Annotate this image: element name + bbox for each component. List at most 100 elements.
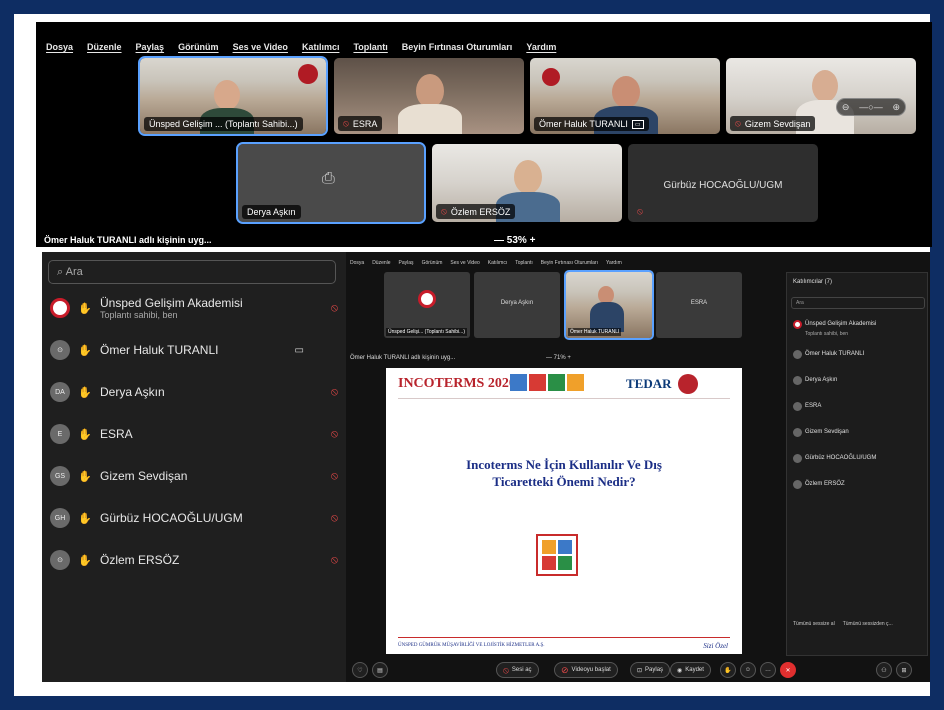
avatar: ⊙ (50, 550, 70, 570)
panel-row[interactable]: Derya Aşkın (793, 373, 923, 387)
participants-icon[interactable]: ⚇ (876, 662, 892, 678)
menu-audio-video[interactable]: Ses ve Video (450, 260, 479, 266)
panel-row[interactable]: Özlem ERSÖZ (793, 477, 923, 491)
mute-all-button[interactable]: Tümünü sessize al (793, 621, 835, 627)
zoom-out-icon[interactable]: ⊖ (842, 102, 850, 113)
video-tile-gurbuz[interactable]: Gürbüz HOCAOĞLU/UGM ⦸ (628, 144, 818, 222)
participant-name: Gürbüz HOCAOĞLU/UGM (100, 511, 243, 525)
participant-row[interactable]: DA ✋ Derya Aşkın ⦸ (50, 374, 340, 410)
menu-file[interactable]: Dosya (350, 260, 364, 266)
zoom-in-icon[interactable]: ⊕ (893, 102, 901, 113)
mini-tile-esra[interactable]: ESRA (656, 272, 742, 338)
menu-participant[interactable]: Katılımcı (302, 42, 340, 52)
mic-muted-icon[interactable]: ⦸ (331, 512, 338, 525)
more-icon[interactable]: … (760, 662, 776, 678)
participant-row[interactable]: ⊙ ✋ Ömer Haluk TURANLI ▭ (50, 332, 340, 368)
menu-audio-video[interactable]: Ses ve Video (233, 42, 288, 52)
participant-face (812, 70, 838, 102)
divider (398, 398, 730, 399)
unmute-all-button[interactable]: Tümünü sessizden ç... (843, 621, 893, 627)
leave-meeting-button[interactable]: ✕ (780, 662, 796, 678)
video-tile-esra[interactable]: ⦸ ESRA (334, 58, 524, 134)
mini-tile-omer[interactable]: Ömer Haluk TURANLI (564, 270, 654, 340)
menu-share[interactable]: Paylaş (399, 260, 414, 266)
participant-row[interactable]: GS ✋ Gizem Sevdişan ⦸ (50, 458, 340, 494)
video-zoom-slider[interactable]: ⊖ —○— ⊕ (836, 98, 906, 116)
participant-row[interactable]: ✋ Ünsped Gelişim Akademisi Toplantı sahi… (50, 290, 340, 326)
raise-hand-icon[interactable]: ✋ (76, 386, 94, 399)
mini-tile-host[interactable]: Ünsped Gelişi... (Toplantı Sahibi...) (384, 272, 470, 338)
video-tile-host[interactable]: Ünsped Gelişim ... (Toplantı Sahibi...) (138, 56, 328, 136)
video-tile-ozlem[interactable]: ⦸ Özlem ERSÖZ (432, 144, 622, 222)
control-bar: ♡ ▤ ⦸ Sesi aç ⊘ Videoyu başlat ⊡ Paylaş ◉ Ka… (346, 656, 930, 682)
raise-hand-icon[interactable]: ✋ (76, 554, 94, 567)
hand-icon[interactable]: ✋ (720, 662, 736, 678)
mic-muted-icon[interactable]: ⦸ (331, 428, 338, 441)
tile-center-name: Gürbüz HOCAOĞLU/UGM (663, 180, 783, 191)
menu-breakout[interactable]: Beyin Fırtınası Oturumları (402, 42, 513, 52)
menu-share[interactable]: Paylaş (136, 42, 165, 52)
start-video-button[interactable]: ⊘ Videoyu başlat (554, 662, 618, 678)
panel-search-input[interactable]: Ara (791, 297, 925, 309)
record-button[interactable]: ◉ Kaydet (670, 662, 711, 678)
participant-role: Toplantı sahibi, ben (805, 331, 849, 337)
mic-muted-icon[interactable]: ⦸ (331, 554, 338, 567)
zoom-control[interactable]: — 71% + (546, 355, 571, 361)
share-button[interactable]: ⊡ Paylaş (630, 662, 671, 678)
menu-file[interactable]: Dosya (46, 42, 73, 52)
mini-tile-derya[interactable]: Derya Aşkın (474, 272, 560, 338)
search-input[interactable]: ⌕ Ara (48, 260, 336, 284)
camera-icon[interactable]: ▭ (295, 345, 304, 356)
menu-edit[interactable]: Düzenle (372, 260, 390, 266)
raise-hand-icon[interactable]: ✋ (76, 302, 94, 315)
chat-icon[interactable]: ▤ (372, 662, 388, 678)
camera-off-icon: ⎙ (322, 170, 335, 187)
menu-view[interactable]: Görünüm (178, 42, 219, 52)
raise-hand-icon[interactable]: ✋ (76, 512, 94, 525)
zoom-control[interactable]: — 53% + (494, 235, 535, 246)
menu-help[interactable]: Yardım (606, 260, 622, 266)
ship-icon (510, 374, 527, 391)
participant-face (416, 74, 444, 108)
raise-hand-icon[interactable]: ✋ (76, 428, 94, 441)
raise-hand-icon[interactable]: ✋ (76, 470, 94, 483)
tile-name: ESRA (352, 118, 378, 129)
menu-view[interactable]: Görünüm (422, 260, 443, 266)
participant-row[interactable]: ⊙ ✋ Özlem ERSÖZ ⦸ (50, 542, 340, 578)
mic-muted-icon[interactable]: ⦸ (331, 386, 338, 399)
menu-meeting[interactable]: Toplantı (353, 42, 387, 52)
menu-participant[interactable]: Katılımcı (488, 260, 507, 266)
mic-muted-icon: ⦸ (503, 664, 509, 675)
participants-panel: ⌕ Ara ✋ Ünsped Gelişim Akademisi Toplant… (42, 252, 346, 682)
tile-name-tag: ⦸ (632, 204, 648, 219)
mic-muted-icon[interactable]: ⦸ (331, 470, 338, 483)
apps-icon[interactable]: ⊞ (896, 662, 912, 678)
video-tile-omer[interactable]: Ömer Haluk TURANLI ▭ (530, 58, 720, 134)
menu-breakout[interactable]: Beyin Fırtınası Oturumları (541, 260, 598, 266)
reaction-icon[interactable]: ♡ (352, 662, 368, 678)
participant-row[interactable]: E ✋ ESRA ⦸ (50, 416, 340, 452)
avatar: GH (50, 508, 70, 528)
raise-hand-icon[interactable]: ✋ (76, 344, 94, 357)
menu-edit[interactable]: Düzenle (87, 42, 122, 52)
tile-name-tag: ⦸ ESRA (338, 116, 383, 131)
video-tile-derya[interactable]: ⎙ Derya Aşkın (236, 142, 426, 224)
panel-row[interactable]: Gürbüz HOCAOĞLU/UGM (793, 451, 923, 465)
panel-row[interactable]: ESRA (793, 399, 923, 413)
panel-row[interactable]: Ömer Haluk TURANLI (793, 347, 923, 361)
avatar (793, 401, 802, 411)
unmute-button[interactable]: ⦸ Sesi aç (496, 662, 539, 678)
shared-slide: INCOTERMS 2020 TEDAR Incoterms Ne İçin K… (386, 368, 742, 654)
mic-muted-icon[interactable]: ⦸ (331, 302, 338, 315)
menu-help[interactable]: Yardım (526, 42, 556, 52)
participant-row[interactable]: GH ✋ Gürbüz HOCAOĞLU/UGM ⦸ (50, 500, 340, 536)
participant-name: Derya Aşkın (100, 385, 165, 399)
participant-name-block: Ünsped Gelişim Akademisi Toplantı sahibi… (100, 296, 243, 320)
panel-row[interactable]: Gizem Sevdişan (793, 425, 923, 439)
search-icon: ⌕ (57, 266, 64, 278)
menu-meeting[interactable]: Toplantı (515, 260, 533, 266)
slider-track[interactable]: —○— (859, 102, 882, 112)
avatar: E (50, 424, 70, 444)
video-tile-gizem[interactable]: ⊖ —○— ⊕ ⦸ Gizem Sevdişan (726, 58, 916, 134)
smiley-icon[interactable]: ☺ (740, 662, 756, 678)
